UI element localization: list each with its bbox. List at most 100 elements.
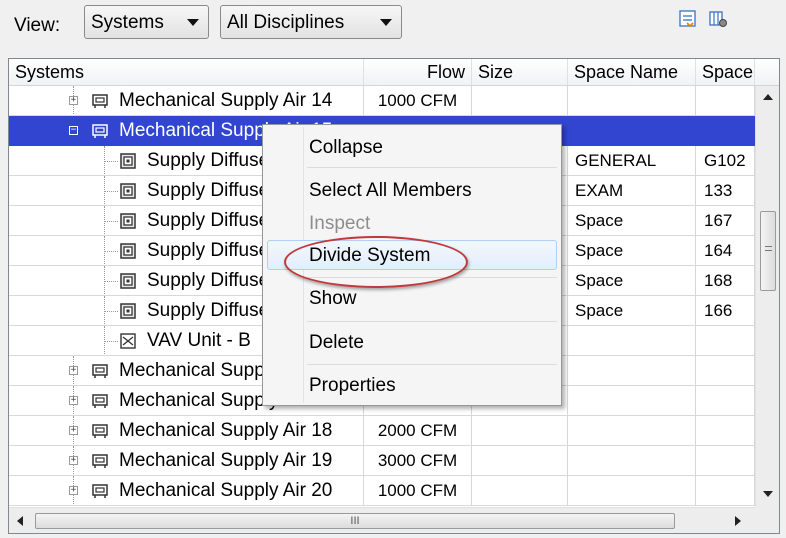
cell-size[interactable]	[472, 416, 568, 446]
cell-space-name[interactable]	[568, 116, 696, 146]
tree-guide-line	[104, 161, 118, 162]
cell-space-name[interactable]: EXAM	[568, 176, 696, 206]
cell-space-name[interactable]: Space	[568, 266, 696, 296]
table-row[interactable]: + Mechanical Supply Air 20 1000 CFM	[9, 476, 755, 506]
menu-item-properties[interactable]: Properties	[309, 375, 396, 397]
tree-options-icon[interactable]	[678, 9, 698, 29]
cell-flow[interactable]: 2000 CFM	[364, 416, 472, 446]
cell-flow[interactable]: 3000 CFM	[364, 446, 472, 476]
system-icon	[92, 484, 108, 498]
cell-system[interactable]: + Mechanical Supply Air 14	[9, 86, 364, 116]
cell-space-name[interactable]	[568, 386, 696, 416]
cell-space[interactable]: 168	[696, 266, 755, 296]
menu-item-show[interactable]: Show	[309, 288, 357, 310]
cell-space[interactable]	[696, 476, 755, 506]
menu-item-collapse[interactable]: Collapse	[309, 137, 383, 159]
system-icon	[92, 454, 108, 468]
expand-icon[interactable]: +	[69, 366, 78, 375]
system-icon	[92, 424, 108, 438]
system-name: Supply Diffuser	[147, 150, 276, 171]
vertical-scroll-thumb[interactable]	[760, 211, 776, 291]
cell-space[interactable]	[696, 416, 755, 446]
system-name: Supply Diffuser	[147, 300, 276, 321]
cell-space[interactable]	[696, 86, 755, 116]
system-name: Mechanical Supply Air 19	[119, 450, 333, 471]
system-icon	[92, 364, 108, 378]
toolbar: View: Systems All Disciplines	[0, 0, 786, 56]
scroll-left-icon[interactable]	[17, 516, 23, 526]
expand-icon[interactable]: +	[69, 456, 78, 465]
cell-space-name[interactable]: Space	[568, 296, 696, 326]
column-header-systems[interactable]: Systems	[9, 59, 364, 85]
diffuser-icon	[120, 213, 136, 229]
system-name: Supply Diffuser	[147, 270, 276, 291]
tree-guide-line	[104, 281, 118, 282]
cell-flow[interactable]: 1000 CFM	[364, 476, 472, 506]
cell-space[interactable]: G102	[696, 146, 755, 176]
diffuser-icon	[120, 183, 136, 199]
view-select[interactable]: Systems	[84, 5, 209, 39]
system-name: Mechanical Supply Air 14	[119, 90, 333, 111]
cell-space[interactable]	[696, 386, 755, 416]
cell-space-name[interactable]: Space	[568, 236, 696, 266]
vertical-scrollbar[interactable]	[755, 86, 779, 507]
cell-size[interactable]	[472, 86, 568, 116]
cell-space-name[interactable]	[568, 356, 696, 386]
cell-system[interactable]: + Mechanical Supply Air 19	[9, 446, 364, 476]
scroll-up-icon[interactable]	[763, 94, 773, 100]
cell-space[interactable]	[696, 116, 755, 146]
menu-item-inspect: Inspect	[309, 213, 371, 234]
cell-space-name[interactable]	[568, 446, 696, 476]
cell-space-name[interactable]	[568, 86, 696, 116]
column-header-flow[interactable]: Flow	[364, 59, 472, 85]
cell-space[interactable]	[696, 446, 755, 476]
diffuser-icon	[120, 243, 136, 259]
expand-icon[interactable]: +	[69, 426, 78, 435]
system-icon	[92, 94, 108, 108]
cell-size[interactable]	[472, 446, 568, 476]
cell-space-name[interactable]	[568, 326, 696, 356]
scroll-down-icon[interactable]	[763, 491, 773, 497]
cell-flow[interactable]: 1000 CFM	[364, 86, 472, 116]
diffuser-icon	[120, 153, 136, 169]
horizontal-scroll-thumb[interactable]: III	[35, 513, 675, 529]
view-select-value: Systems	[91, 12, 164, 33]
view-label: View:	[14, 15, 61, 36]
menu-item-delete[interactable]: Delete	[309, 332, 364, 354]
collapse-icon[interactable]: −	[69, 126, 78, 135]
highlight-ellipse	[284, 236, 468, 288]
horizontal-scrollbar[interactable]: III	[9, 507, 755, 533]
scroll-right-icon[interactable]	[735, 516, 741, 526]
menu-item-select-all-members[interactable]: Select All Members	[309, 180, 472, 202]
cell-space-name[interactable]	[568, 476, 696, 506]
cell-space[interactable]: 133	[696, 176, 755, 206]
column-header-size[interactable]: Size	[472, 59, 568, 85]
column-settings-icon[interactable]	[708, 9, 728, 29]
table-row[interactable]: + Mechanical Supply Air 14 1000 CFM	[9, 86, 755, 116]
cell-space-name[interactable]: GENERAL	[568, 146, 696, 176]
cell-space-name[interactable]	[568, 416, 696, 446]
cell-system[interactable]: + Mechanical Supply Air 20	[9, 476, 364, 506]
cell-space[interactable]: 166	[696, 296, 755, 326]
system-name: Supply Diffuser	[147, 180, 276, 201]
system-name: Supply Diffuser	[147, 210, 276, 231]
cell-space[interactable]	[696, 326, 755, 356]
cell-space[interactable]: 164	[696, 236, 755, 266]
cell-space-name[interactable]: Space	[568, 206, 696, 236]
cell-size[interactable]	[472, 476, 568, 506]
cell-space[interactable]	[696, 356, 755, 386]
discipline-select[interactable]: All Disciplines	[220, 5, 402, 39]
column-header-space[interactable]: Space	[696, 59, 755, 85]
expand-icon[interactable]: +	[69, 486, 78, 495]
system-name: Supply Diffuser	[147, 240, 276, 261]
column-header-space-name[interactable]: Space Name	[568, 59, 696, 85]
chevron-down-icon	[187, 19, 199, 26]
cell-space[interactable]: 167	[696, 206, 755, 236]
expand-icon[interactable]: +	[69, 96, 78, 105]
system-name: Mechanical Supply Air 18	[119, 420, 333, 441]
expand-icon[interactable]: +	[69, 396, 78, 405]
menu-separator	[307, 364, 557, 365]
table-row[interactable]: + Mechanical Supply Air 19 3000 CFM	[9, 446, 755, 476]
cell-system[interactable]: + Mechanical Supply Air 18	[9, 416, 364, 446]
table-row[interactable]: + Mechanical Supply Air 18 2000 CFM	[9, 416, 755, 446]
